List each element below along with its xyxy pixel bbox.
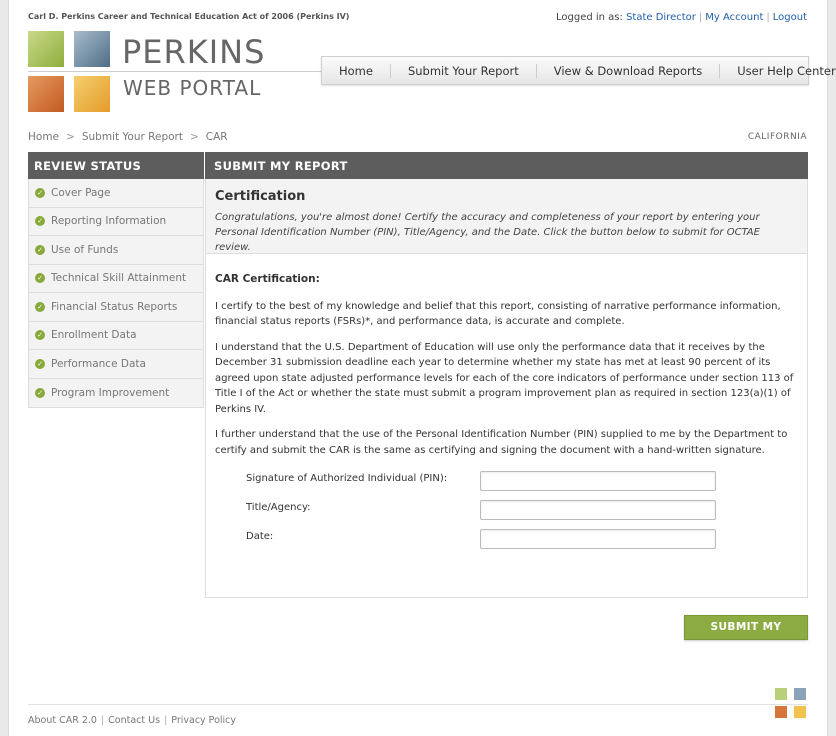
footer-square-orange [775,706,787,718]
breadcrumb: Home > Submit Your Report > CAR [28,131,228,143]
check-icon: ✓ [35,216,45,227]
check-icon: ✓ [35,387,45,398]
certification-title: Certification [215,189,306,204]
certification-message: Congratulations, you're almost done! Cer… [215,212,760,253]
sidebar-item-financial-status-reports[interactable]: ✓ Financial Status Reports [29,293,203,322]
act-title: Carl D. Perkins Career and Technical Edu… [28,12,350,21]
sidebar-item-use-of-funds[interactable]: ✓ Use of Funds [29,236,203,265]
state-label: CALIFORNIA [747,132,807,142]
login-bar: Logged in as: State Director | My Account |… [556,12,807,23]
brand-name: PERKINS [122,33,266,71]
footer-square-blue [794,688,806,700]
chevron-right-icon: > [66,131,75,143]
sidebar-item-reporting-information[interactable]: ✓ Reporting Information [29,208,203,236]
title-agency-input[interactable] [480,500,716,520]
logo-tile-orange [28,76,64,112]
breadcrumb-car: CAR [205,131,228,143]
sidebar-title: REVIEW STATUS [28,152,204,179]
sidebar-item-label: Enrollment Data [51,329,137,342]
check-icon: ✓ [35,301,45,312]
certification-paragraph-2: I understand that the U.S. Department of… [215,341,794,415]
sidebar-item-label: Use of Funds [51,243,119,256]
nav-view-download-reports[interactable]: View & Download Reports [537,63,721,78]
user-link[interactable]: State Director [626,12,696,23]
sidebar-item-label: Technical Skill Attainment [51,272,187,285]
certification-box: Certification Congratulations, you're al… [206,179,807,254]
separator: | [698,12,703,23]
sidebar-item-label: Financial Status Reports [51,300,178,313]
my-account-link[interactable]: My Account [705,12,763,23]
logo-tile-yellow [74,76,110,112]
sidebar-item-program-improvement[interactable]: ✓ Program Improvement [29,379,203,408]
date-input[interactable] [480,529,716,549]
sidebar-item-cover-page[interactable]: ✓ Cover Page [29,179,203,208]
footer-square-green [775,688,787,700]
main-nav: Home Submit Your Report View & Download … [321,56,836,85]
check-icon: ✓ [35,358,45,369]
separator: | [164,715,168,726]
sidebar-item-performance-data[interactable]: ✓ Performance Data [29,350,203,379]
breadcrumb-submit-report[interactable]: Submit Your Report [82,131,183,143]
submit-report-button[interactable]: SUBMIT MY REPORT [684,615,808,656]
check-icon: ✓ [35,187,45,198]
brand-subtitle: WEB PORTAL [123,76,262,100]
review-status-sidebar: REVIEW STATUS ✓ Cover Page ✓ Reporting Inf… [28,152,204,408]
sidebar-item-label: Performance Data [51,357,146,370]
footer-privacy-link[interactable]: Privacy Policy [171,715,236,726]
page: Carl D. Perkins Career and Technical Edu… [8,0,836,736]
logout-link[interactable]: Logout [773,12,807,23]
logo-divider [28,71,333,72]
check-icon: ✓ [35,330,45,341]
panel-title: SUBMIT MY REPORT [205,152,808,179]
logged-in-label: Logged in as: [555,12,623,23]
sidebar-list: ✓ Cover Page ✓ Reporting Information ✓ Use … [28,179,204,408]
certification-paragraph-3: I further understand that the use of the… [215,429,788,456]
check-icon: ✓ [35,244,45,255]
chevron-right-icon: > [189,131,199,143]
pin-input[interactable] [480,471,716,491]
sidebar-item-label: Reporting Information [51,215,167,228]
footer-about-link[interactable]: About CAR 2.0 [28,715,97,726]
separator: | [100,715,105,726]
sidebar-item-technical-skill-attainment[interactable]: ✓ Technical Skill Attainment [29,265,203,293]
certification-paragraph-1: I certify to the best of my knowledge an… [215,300,781,328]
nav-home[interactable]: Home [322,63,391,78]
logo-tile-blue [74,31,110,67]
breadcrumb-home[interactable]: Home [28,131,59,143]
check-icon: ✓ [35,273,45,284]
sidebar-item-label: Cover Page [51,186,111,199]
nav-user-help-center[interactable]: User Help Center [720,64,836,78]
footer: About CAR 2.0 | Contact Us | Privacy Policy [28,715,236,726]
car-certification-heading: CAR Certification: [215,273,320,285]
logo-tile-green [28,31,64,67]
footer-divider [28,704,808,705]
certification-content: CAR Certification: I certify to the best… [206,254,807,458]
footer-square-yellow [794,706,806,718]
separator: | [766,12,770,23]
sidebar-item-label: Program Improvement [51,386,170,399]
nav-submit-report[interactable]: Submit Your Report [391,63,537,78]
footer-contact-link[interactable]: Contact Us [108,715,160,726]
sidebar-item-enrollment-data[interactable]: ✓ Enrollment Data [29,322,203,350]
